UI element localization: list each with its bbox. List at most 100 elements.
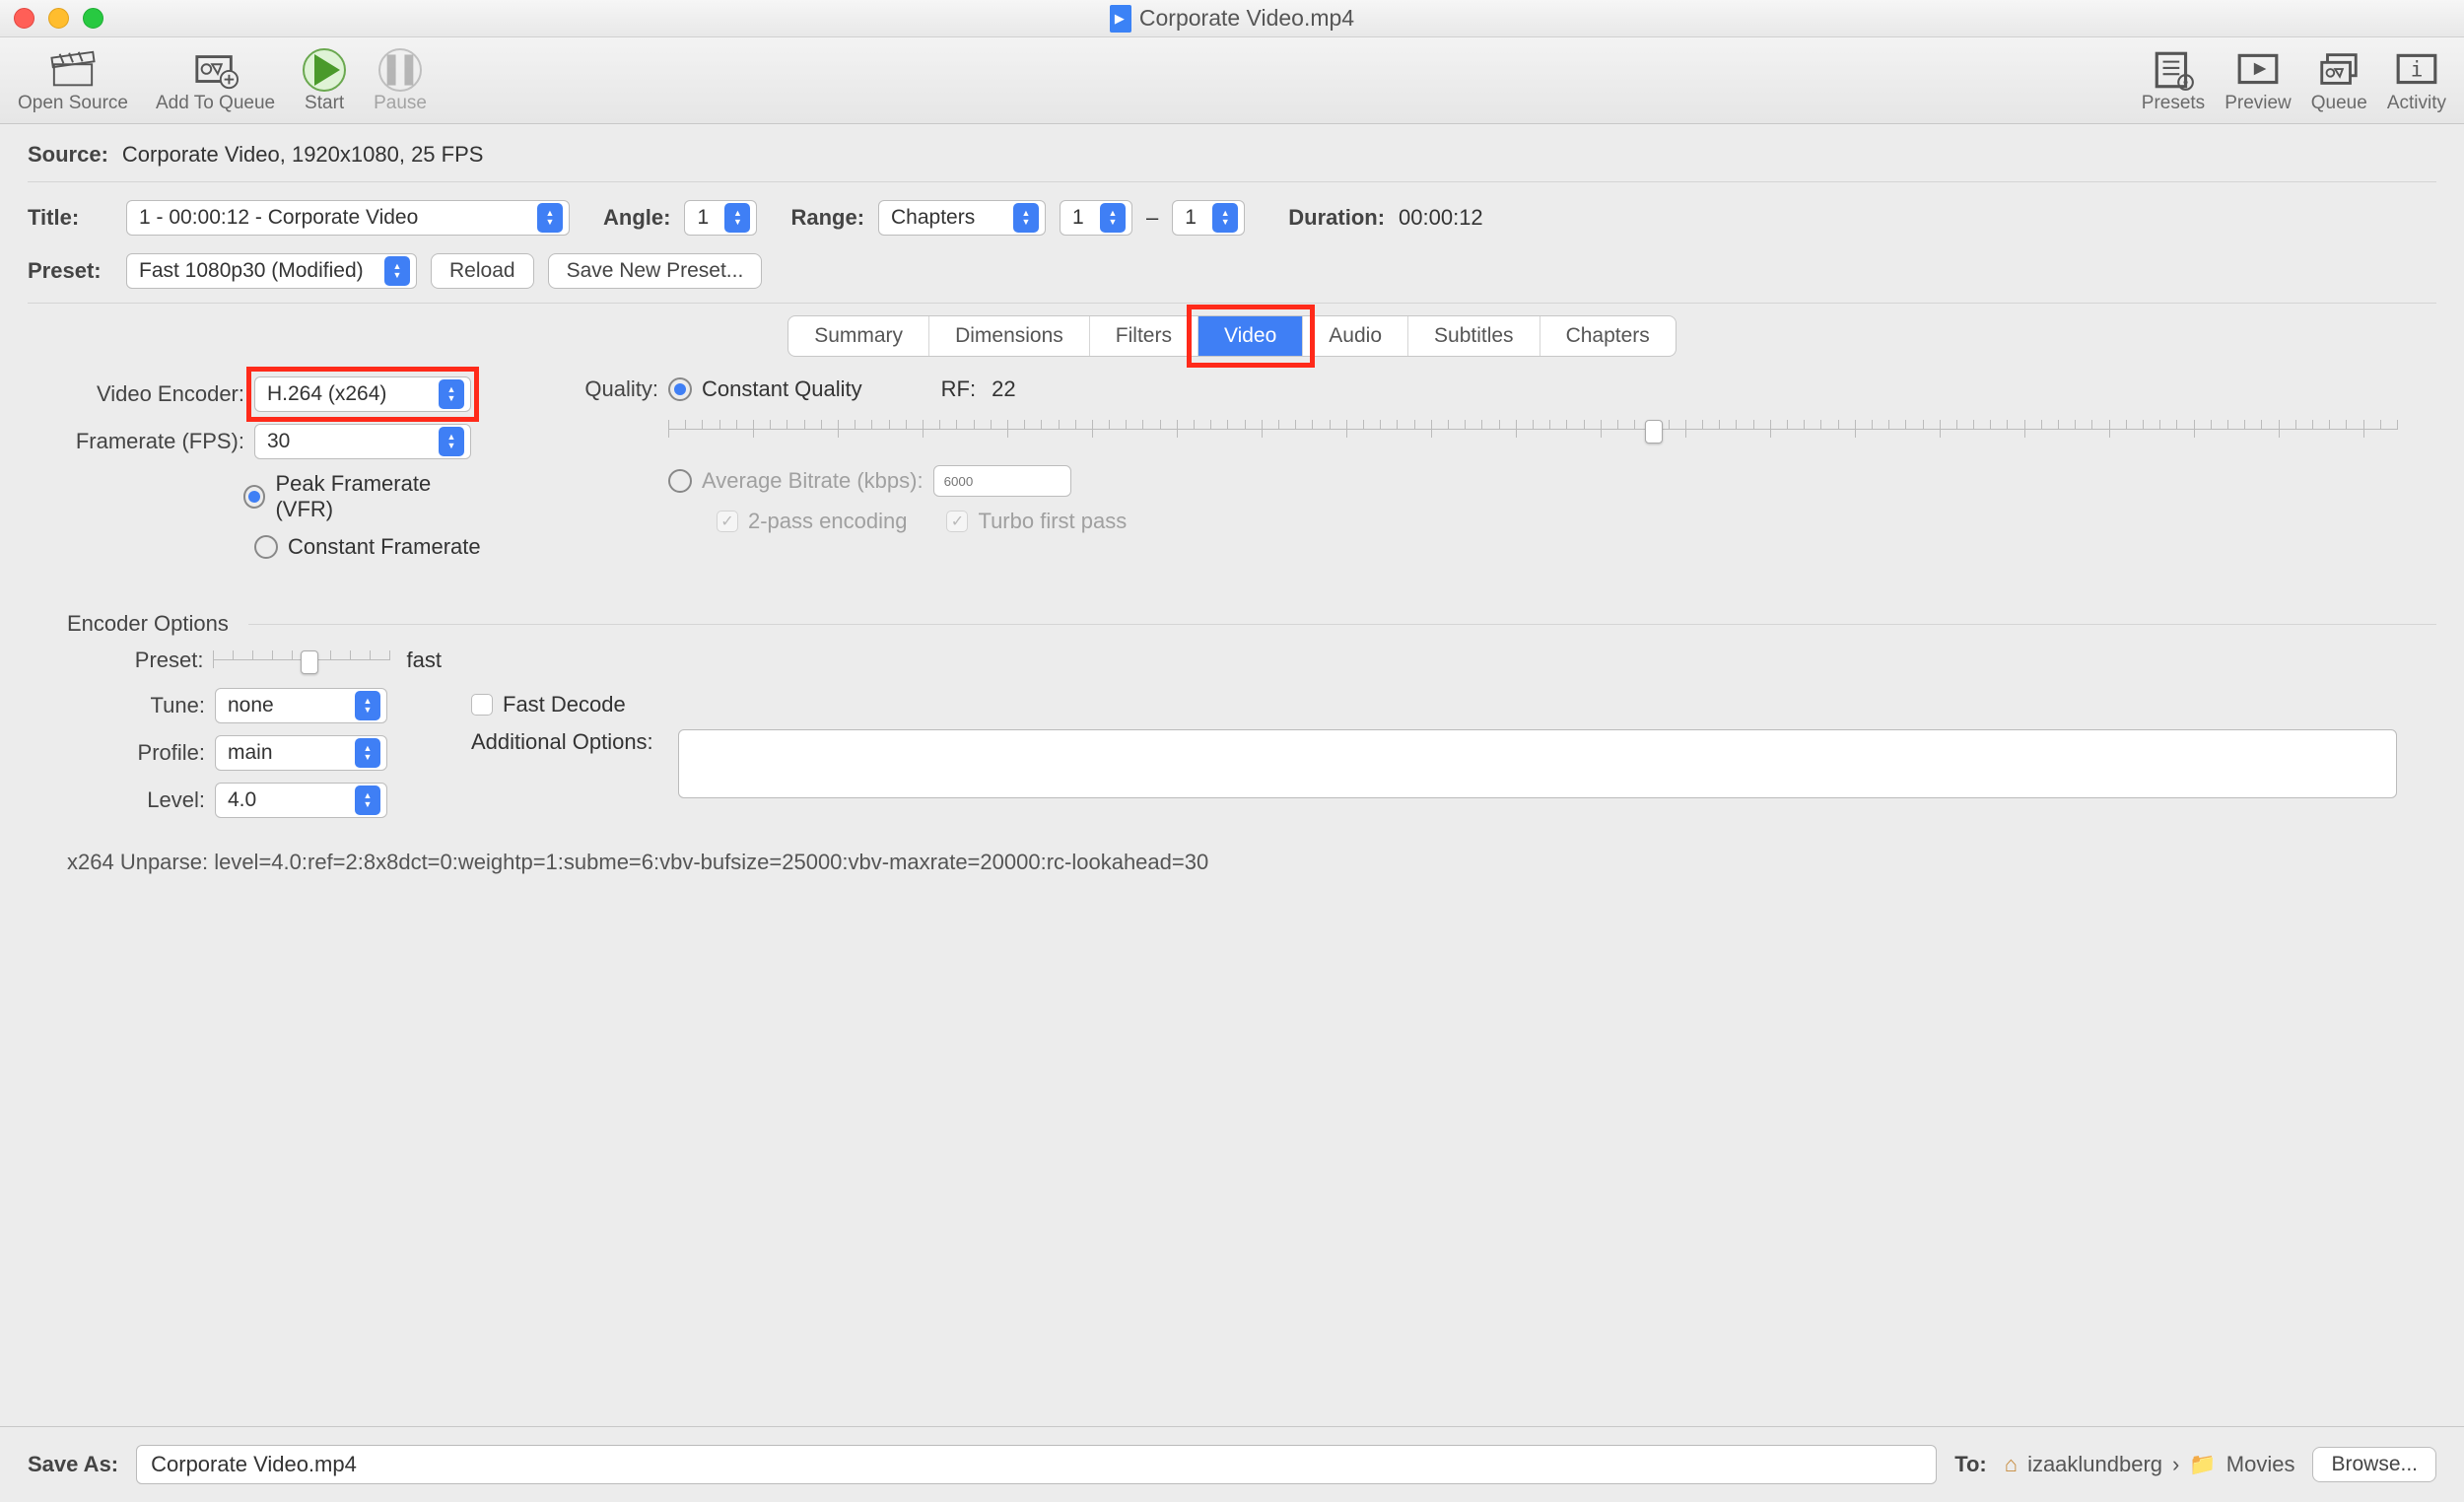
- window-title: Corporate Video.mp4: [1139, 5, 1354, 32]
- select-arrows-icon: [724, 203, 750, 233]
- window-minimize-button[interactable]: [48, 8, 69, 29]
- main-toolbar: Open Source Add To Queue Start Pause Pre…: [0, 37, 2464, 124]
- fast-decode-checkbox[interactable]: [471, 694, 493, 716]
- range-dash: –: [1146, 205, 1158, 231]
- footer-bar: Save As: Corporate Video.mp4 To: ⌂ izaak…: [0, 1426, 2464, 1502]
- folder-icon: 📁: [2189, 1452, 2216, 1477]
- tab-filters[interactable]: Filters: [1090, 316, 1198, 356]
- encoder-preset-label: Preset:: [67, 648, 203, 673]
- tab-video[interactable]: Video: [1198, 316, 1303, 356]
- preset-select[interactable]: Fast 1080p30 (Modified): [126, 253, 417, 289]
- tab-bar: SummaryDimensionsFiltersVideoAudioSubtit…: [28, 315, 2436, 357]
- range-from-select[interactable]: 1: [1060, 200, 1132, 236]
- reload-button[interactable]: Reload: [431, 253, 534, 289]
- range-type-select[interactable]: Chapters: [878, 200, 1046, 236]
- title-label: Title:: [28, 205, 112, 231]
- profile-select[interactable]: main: [215, 735, 387, 771]
- level-select[interactable]: 4.0: [215, 783, 387, 818]
- angle-label: Angle:: [603, 205, 670, 231]
- pause-icon: [378, 47, 422, 93]
- clapper-icon: [50, 47, 96, 93]
- save-as-input[interactable]: Corporate Video.mp4: [136, 1445, 1937, 1484]
- rf-label: RF:: [941, 376, 976, 402]
- select-arrows-icon: [355, 691, 380, 720]
- select-arrows-icon: [1013, 203, 1039, 233]
- range-label: Range:: [790, 205, 864, 231]
- level-label: Level:: [67, 787, 205, 813]
- framerate-select[interactable]: 30: [254, 424, 471, 459]
- two-pass-checkbox[interactable]: [717, 511, 738, 532]
- encoder-preset-slider[interactable]: [213, 645, 388, 676]
- start-button[interactable]: Start: [303, 47, 346, 114]
- fast-decode-label: Fast Decode: [503, 692, 626, 717]
- duration-value: 00:00:12: [1399, 205, 1483, 231]
- activity-button[interactable]: i Activity: [2387, 47, 2446, 114]
- preset-label: Preset:: [28, 258, 112, 284]
- select-arrows-icon: [537, 203, 563, 233]
- window-zoom-button[interactable]: [83, 8, 103, 29]
- range-to-select[interactable]: 1: [1172, 200, 1245, 236]
- destination-path[interactable]: ⌂ izaaklundberg › 📁 Movies: [2005, 1452, 2295, 1477]
- quality-slider[interactable]: [668, 414, 2397, 445]
- constant-framerate-radio[interactable]: [254, 535, 278, 559]
- constant-quality-radio[interactable]: [668, 377, 692, 401]
- x264-unparse-text: x264 Unparse: level=4.0:ref=2:8x8dct=0:w…: [67, 850, 2436, 875]
- tab-chapters[interactable]: Chapters: [1540, 316, 1676, 356]
- source-label: Source:: [28, 142, 108, 168]
- average-bitrate-input[interactable]: [933, 465, 1071, 497]
- pause-button[interactable]: Pause: [374, 47, 427, 114]
- play-icon: [303, 47, 346, 93]
- select-arrows-icon: [355, 738, 380, 768]
- constant-framerate-label: Constant Framerate: [288, 534, 481, 560]
- framerate-label: Framerate (FPS):: [67, 429, 244, 454]
- turbo-first-pass-label: Turbo first pass: [978, 509, 1127, 534]
- average-bitrate-label: Average Bitrate (kbps):: [702, 468, 924, 494]
- preview-icon: [2235, 47, 2281, 93]
- average-bitrate-radio[interactable]: [668, 469, 692, 493]
- presets-button[interactable]: Presets: [2142, 47, 2205, 114]
- video-encoder-label: Video Encoder:: [67, 381, 244, 407]
- source-value: Corporate Video, 1920x1080, 25 FPS: [122, 142, 484, 168]
- peak-vfr-radio[interactable]: [243, 485, 266, 509]
- window-close-button[interactable]: [14, 8, 34, 29]
- angle-select[interactable]: 1: [684, 200, 757, 236]
- title-select[interactable]: 1 - 00:00:12 - Corporate Video: [126, 200, 570, 236]
- window-titlebar: Corporate Video.mp4: [0, 0, 2464, 37]
- tab-summary[interactable]: Summary: [788, 316, 929, 356]
- tab-audio[interactable]: Audio: [1303, 316, 1408, 356]
- browse-button[interactable]: Browse...: [2312, 1447, 2436, 1482]
- two-pass-label: 2-pass encoding: [748, 509, 907, 534]
- tune-select[interactable]: none: [215, 688, 387, 723]
- select-arrows-icon: [1212, 203, 1238, 233]
- encoder-preset-speed: fast: [407, 648, 442, 673]
- open-source-button[interactable]: Open Source: [18, 47, 128, 114]
- tab-dimensions[interactable]: Dimensions: [929, 316, 1090, 356]
- presets-icon: [2151, 47, 2196, 93]
- select-arrows-icon: [384, 256, 410, 286]
- turbo-first-pass-checkbox[interactable]: [946, 511, 968, 532]
- video-encoder-select[interactable]: H.264 (x264): [254, 376, 471, 412]
- peak-vfr-label: Peak Framerate (VFR): [275, 471, 481, 522]
- queue-button[interactable]: Queue: [2311, 47, 2367, 114]
- duration-label: Duration:: [1288, 205, 1385, 231]
- encoder-options-header: Encoder Options: [67, 611, 229, 637]
- svg-text:i: i: [2411, 57, 2424, 81]
- select-arrows-icon: [1100, 203, 1126, 233]
- tune-label: Tune:: [67, 693, 205, 718]
- tab-subtitles[interactable]: Subtitles: [1408, 316, 1540, 356]
- select-arrows-icon: [439, 379, 464, 409]
- select-arrows-icon: [439, 427, 464, 456]
- save-new-preset-button[interactable]: Save New Preset...: [548, 253, 763, 289]
- document-icon: [1110, 5, 1131, 33]
- activity-icon: i: [2394, 47, 2439, 93]
- additional-options-input[interactable]: [678, 729, 2397, 798]
- quality-label: Quality:: [550, 376, 658, 402]
- preview-button[interactable]: Preview: [2224, 47, 2292, 114]
- additional-options-label: Additional Options:: [471, 729, 668, 755]
- constant-quality-label: Constant Quality: [702, 376, 862, 402]
- to-label: To:: [1954, 1452, 1987, 1477]
- queue-icon: [2316, 47, 2361, 93]
- add-to-queue-button[interactable]: Add To Queue: [156, 47, 275, 114]
- home-icon: ⌂: [2005, 1452, 2018, 1477]
- select-arrows-icon: [355, 785, 380, 815]
